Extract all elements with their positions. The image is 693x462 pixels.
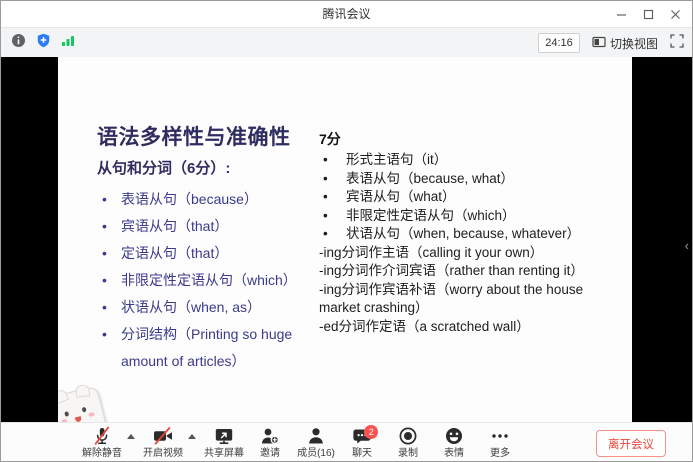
mascot-ear [75,384,90,397]
toolbar-item-label: 共享屏幕 [204,448,244,460]
slide-line: -ing分词作宾语补语（worry about the house market… [319,281,615,318]
slide-bullet: 状语从句（when, because, whatever） [319,225,615,244]
minimize-button[interactable] [612,5,630,23]
titlebar: 腾讯会议 [1,1,692,27]
mic-off-icon [91,427,113,447]
shared-screen-area: 语法多样性与准确性 从句和分词（6分）: 表语从句（because）宾语从句（t… [1,57,692,422]
leave-meeting-button[interactable]: 离开会议 [596,430,666,457]
toolbar-item-label: 成员(16) [297,448,335,460]
slide-bullet: 非限定性定语从句（which） [97,267,319,294]
network-signal-icon [61,34,75,52]
slide-bullet: 表语从句（because, what） [319,170,615,189]
invite-icon [259,427,281,447]
toolbar-item-label: 开启视频 [143,448,183,460]
slide-line: -ed分词作定语（a scratched wall） [319,318,615,337]
slide-bullet: 定语从句（that） [97,240,319,267]
toolbar-record-button[interactable]: 录制 [385,427,431,460]
security-shield-icon[interactable] [36,33,51,53]
switch-view-button[interactable]: 切换视图 [592,35,658,52]
collapse-panel-chevron-icon[interactable]: ‹ [685,239,689,252]
toolbar-emoji-button[interactable]: 表情 [431,427,477,460]
slide-left-heading: 从句和分词（6分）: [97,157,319,178]
toolbar-share-screen-button[interactable]: 共享屏幕 [201,427,247,460]
slide-bullet: 状语从句（when, as） [97,294,319,321]
toolbar-item-label: 解除静音 [82,448,122,460]
mascot-ear [58,388,69,404]
statusbar: 24:16 切换视图 [1,27,692,57]
slide-bullet: 分词结构（Printing so huge amount of articles… [97,321,319,375]
window-controls [612,1,684,27]
toolbar-item-label: 录制 [398,448,418,460]
fullscreen-icon[interactable] [670,34,684,53]
options-caret-icon[interactable] [188,434,196,439]
toolbar-invite-button[interactable]: 邀请 [247,427,293,460]
toolbar-items: 解除静音 开启视频 [79,423,523,462]
slide-title: 语法多样性与准确性 [97,121,291,151]
statusbar-left [11,28,75,58]
statusbar-right: 24:16 切换视图 [538,28,684,58]
mascot-eye [82,407,87,413]
toolbar-members-button[interactable]: 成员(16) [293,427,339,460]
slide-left-column: 从句和分词（6分）: 表语从句（because）宾语从句（that）定语从句（t… [97,157,319,375]
slide-right-lines: -ing分词作主语（calling it your own）-ing分词作介词宾… [319,244,615,337]
bottom-toolbar: 解除静音 开启视频 [1,422,692,462]
toolbar-more-button[interactable]: 更多 [477,427,523,460]
tencent-meeting-window: 腾讯会议 24:16 [0,0,693,462]
record-icon [397,427,419,447]
slide-right-column: 7分 形式主语句（it）表语从句（because, what）宾语从句（what… [319,129,615,336]
unread-badge: 2 [364,425,378,439]
slide-line: -ing分词作介词宾语（rather than renting it） [319,262,615,281]
slide-left-bullet-list: 表语从句（because）宾语从句（that）定语从句（that）非限定性定语从… [97,186,319,375]
more-icon [489,427,511,447]
toolbar-unmute-button[interactable]: 解除静音 [79,427,125,460]
toolbar-item-label: 邀请 [260,448,280,460]
toolbar-item-label: 更多 [490,448,510,460]
mascot-eye [64,411,69,417]
toolbar-item-label: 聊天 [352,448,372,460]
mascot-sticker [58,385,108,422]
slide-bullet: 形式主语句（it） [319,151,615,170]
members-icon [305,427,327,447]
switch-view-icon [592,36,606,51]
slide-bullet: 宾语从句（that） [97,213,319,240]
maximize-button[interactable] [639,5,657,23]
meeting-timer: 24:16 [538,33,580,53]
switch-view-label: 切换视图 [610,35,658,52]
slide-bullet: 宾语从句（what） [319,188,615,207]
slide-right-bullet-list: 形式主语句（it）表语从句（because, what）宾语从句（what）非限… [319,151,615,244]
presentation-slide: 语法多样性与准确性 从句和分词（6分）: 表语从句（because）宾语从句（t… [58,57,632,422]
mascot-blush [88,412,95,417]
slide-line: -ing分词作主语（calling it your own） [319,244,615,263]
slide-right-heading: 7分 [319,129,615,149]
toolbar-camera-button[interactable]: 开启视频 [140,427,186,460]
emoji-icon [443,427,465,447]
options-caret-icon[interactable] [127,434,135,439]
window-title: 腾讯会议 [1,1,692,27]
slide-bullet: 非限定性定语从句（which） [319,207,615,226]
close-button[interactable] [666,5,684,23]
toolbar-item-label: 表情 [444,448,464,460]
share-screen-icon [213,427,235,447]
slide-bullet: 表语从句（because） [97,186,319,213]
camera-off-icon [151,427,175,447]
meeting-info-icon[interactable] [11,33,26,53]
toolbar-chat-button[interactable]: 2 聊天 [339,427,385,460]
